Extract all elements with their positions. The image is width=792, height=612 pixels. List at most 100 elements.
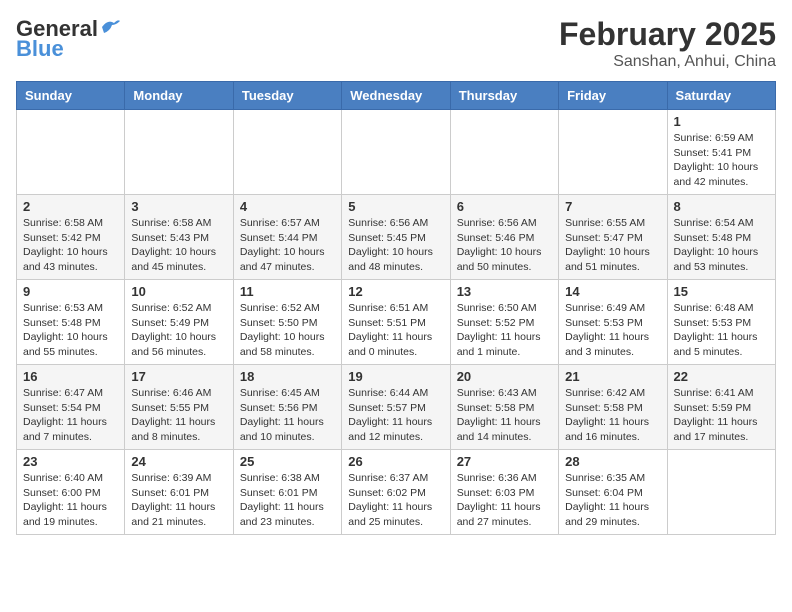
logo-blue-text: Blue (16, 36, 64, 62)
day-info: Sunrise: 6:52 AM Sunset: 5:49 PM Dayligh… (131, 301, 226, 360)
calendar-cell: 23 Sunrise: 6:40 AM Sunset: 6:00 PM Dayli… (17, 450, 125, 535)
day-number: 28 (565, 454, 660, 469)
day-number: 6 (457, 199, 552, 214)
calendar-cell: 22 Sunrise: 6:41 AM Sunset: 5:59 PM Dayli… (667, 365, 775, 450)
day-number: 13 (457, 284, 552, 299)
day-number: 18 (240, 369, 335, 384)
calendar-cell: 3 Sunrise: 6:58 AM Sunset: 5:43 PM Daylig… (125, 195, 233, 280)
day-info: Sunrise: 6:42 AM Sunset: 5:58 PM Dayligh… (565, 386, 660, 445)
day-info: Sunrise: 6:47 AM Sunset: 5:54 PM Dayligh… (23, 386, 118, 445)
day-info: Sunrise: 6:44 AM Sunset: 5:57 PM Dayligh… (348, 386, 443, 445)
day-info: Sunrise: 6:59 AM Sunset: 5:41 PM Dayligh… (674, 131, 769, 190)
day-number: 12 (348, 284, 443, 299)
day-info: Sunrise: 6:51 AM Sunset: 5:51 PM Dayligh… (348, 301, 443, 360)
day-info: Sunrise: 6:35 AM Sunset: 6:04 PM Dayligh… (565, 471, 660, 530)
day-info: Sunrise: 6:58 AM Sunset: 5:42 PM Dayligh… (23, 216, 118, 275)
calendar-cell: 6 Sunrise: 6:56 AM Sunset: 5:46 PM Daylig… (450, 195, 558, 280)
day-info: Sunrise: 6:56 AM Sunset: 5:45 PM Dayligh… (348, 216, 443, 275)
day-info: Sunrise: 6:49 AM Sunset: 5:53 PM Dayligh… (565, 301, 660, 360)
calendar-cell (559, 110, 667, 195)
calendar-cell: 20 Sunrise: 6:43 AM Sunset: 5:58 PM Dayli… (450, 365, 558, 450)
calendar-cell (667, 450, 775, 535)
calendar-week-row: 9Sunrise: 6:53 AM Sunset: 5:48 PM Daylig… (17, 280, 776, 365)
day-info: Sunrise: 6:52 AM Sunset: 5:50 PM Dayligh… (240, 301, 335, 360)
day-of-week-header: Thursday (450, 82, 558, 110)
location-subtitle: Sanshan, Anhui, China (559, 53, 776, 71)
month-title: February 2025 (559, 16, 776, 53)
calendar-cell: 7 Sunrise: 6:55 AM Sunset: 5:47 PM Daylig… (559, 195, 667, 280)
calendar-week-row: 23 Sunrise: 6:40 AM Sunset: 6:00 PM Dayli… (17, 450, 776, 535)
day-info: Sunrise: 6:37 AM Sunset: 6:02 PM Dayligh… (348, 471, 443, 530)
day-info: Sunrise: 6:57 AM Sunset: 5:44 PM Dayligh… (240, 216, 335, 275)
day-number: 24 (131, 454, 226, 469)
calendar-cell: 27 Sunrise: 6:36 AM Sunset: 6:03 PM Dayli… (450, 450, 558, 535)
day-of-week-header: Monday (125, 82, 233, 110)
calendar-cell: 19Sunrise: 6:44 AM Sunset: 5:57 PM Dayli… (342, 365, 450, 450)
calendar-cell: 2 Sunrise: 6:58 AM Sunset: 5:42 PM Daylig… (17, 195, 125, 280)
calendar-cell: 16 Sunrise: 6:47 AM Sunset: 5:54 PM Dayli… (17, 365, 125, 450)
calendar-cell: 5 Sunrise: 6:56 AM Sunset: 5:45 PM Daylig… (342, 195, 450, 280)
calendar-cell: 24 Sunrise: 6:39 AM Sunset: 6:01 PM Dayli… (125, 450, 233, 535)
day-number: 1 (674, 114, 769, 129)
day-info: Sunrise: 6:40 AM Sunset: 6:00 PM Dayligh… (23, 471, 118, 530)
day-of-week-header: Wednesday (342, 82, 450, 110)
day-number: 7 (565, 199, 660, 214)
calendar-cell (125, 110, 233, 195)
day-number: 17 (131, 369, 226, 384)
calendar-cell: 26Sunrise: 6:37 AM Sunset: 6:02 PM Dayli… (342, 450, 450, 535)
day-info: Sunrise: 6:39 AM Sunset: 6:01 PM Dayligh… (131, 471, 226, 530)
calendar-cell: 15 Sunrise: 6:48 AM Sunset: 5:53 PM Dayli… (667, 280, 775, 365)
day-info: Sunrise: 6:48 AM Sunset: 5:53 PM Dayligh… (674, 301, 769, 360)
calendar-table: SundayMondayTuesdayWednesdayThursdayFrid… (16, 81, 776, 535)
day-info: Sunrise: 6:56 AM Sunset: 5:46 PM Dayligh… (457, 216, 552, 275)
page-header: General Blue February 2025 Sanshan, Anhu… (16, 16, 776, 71)
day-info: Sunrise: 6:58 AM Sunset: 5:43 PM Dayligh… (131, 216, 226, 275)
title-block: February 2025 Sanshan, Anhui, China (559, 16, 776, 71)
day-info: Sunrise: 6:55 AM Sunset: 5:47 PM Dayligh… (565, 216, 660, 275)
day-number: 16 (23, 369, 118, 384)
day-of-week-header: Saturday (667, 82, 775, 110)
day-number: 14 (565, 284, 660, 299)
day-info: Sunrise: 6:36 AM Sunset: 6:03 PM Dayligh… (457, 471, 552, 530)
calendar-cell: 25Sunrise: 6:38 AM Sunset: 6:01 PM Dayli… (233, 450, 341, 535)
calendar-cell: 4 Sunrise: 6:57 AM Sunset: 5:44 PM Daylig… (233, 195, 341, 280)
day-number: 5 (348, 199, 443, 214)
calendar-cell: 8 Sunrise: 6:54 AM Sunset: 5:48 PM Daylig… (667, 195, 775, 280)
calendar-cell (450, 110, 558, 195)
calendar-cell (233, 110, 341, 195)
calendar-cell: 1 Sunrise: 6:59 AM Sunset: 5:41 PM Daylig… (667, 110, 775, 195)
day-info: Sunrise: 6:43 AM Sunset: 5:58 PM Dayligh… (457, 386, 552, 445)
calendar-header-row: SundayMondayTuesdayWednesdayThursdayFrid… (17, 82, 776, 110)
day-number: 15 (674, 284, 769, 299)
day-info: Sunrise: 6:54 AM Sunset: 5:48 PM Dayligh… (674, 216, 769, 275)
calendar-cell: 13 Sunrise: 6:50 AM Sunset: 5:52 PM Dayli… (450, 280, 558, 365)
calendar-cell: 18 Sunrise: 6:45 AM Sunset: 5:56 PM Dayli… (233, 365, 341, 450)
day-info: Sunrise: 6:53 AM Sunset: 5:48 PM Dayligh… (23, 301, 118, 360)
calendar-cell: 14 Sunrise: 6:49 AM Sunset: 5:53 PM Dayli… (559, 280, 667, 365)
day-number: 22 (674, 369, 769, 384)
day-number: 3 (131, 199, 226, 214)
calendar-cell: 21Sunrise: 6:42 AM Sunset: 5:58 PM Dayli… (559, 365, 667, 450)
day-info: Sunrise: 6:38 AM Sunset: 6:01 PM Dayligh… (240, 471, 335, 530)
day-of-week-header: Sunday (17, 82, 125, 110)
calendar-cell: 12 Sunrise: 6:51 AM Sunset: 5:51 PM Dayli… (342, 280, 450, 365)
day-number: 10 (131, 284, 226, 299)
day-info: Sunrise: 6:45 AM Sunset: 5:56 PM Dayligh… (240, 386, 335, 445)
day-info: Sunrise: 6:46 AM Sunset: 5:55 PM Dayligh… (131, 386, 226, 445)
calendar-cell: 9Sunrise: 6:53 AM Sunset: 5:48 PM Daylig… (17, 280, 125, 365)
day-number: 4 (240, 199, 335, 214)
day-number: 27 (457, 454, 552, 469)
day-info: Sunrise: 6:41 AM Sunset: 5:59 PM Dayligh… (674, 386, 769, 445)
calendar-cell: 11Sunrise: 6:52 AM Sunset: 5:50 PM Dayli… (233, 280, 341, 365)
calendar-cell: 28 Sunrise: 6:35 AM Sunset: 6:04 PM Dayli… (559, 450, 667, 535)
calendar-cell (342, 110, 450, 195)
calendar-cell: 10 Sunrise: 6:52 AM Sunset: 5:49 PM Dayli… (125, 280, 233, 365)
day-number: 23 (23, 454, 118, 469)
day-number: 2 (23, 199, 118, 214)
calendar-cell: 17 Sunrise: 6:46 AM Sunset: 5:55 PM Dayli… (125, 365, 233, 450)
day-info: Sunrise: 6:50 AM Sunset: 5:52 PM Dayligh… (457, 301, 552, 360)
calendar-week-row: 16 Sunrise: 6:47 AM Sunset: 5:54 PM Dayli… (17, 365, 776, 450)
day-number: 20 (457, 369, 552, 384)
day-number: 8 (674, 199, 769, 214)
logo: General Blue (16, 16, 122, 62)
